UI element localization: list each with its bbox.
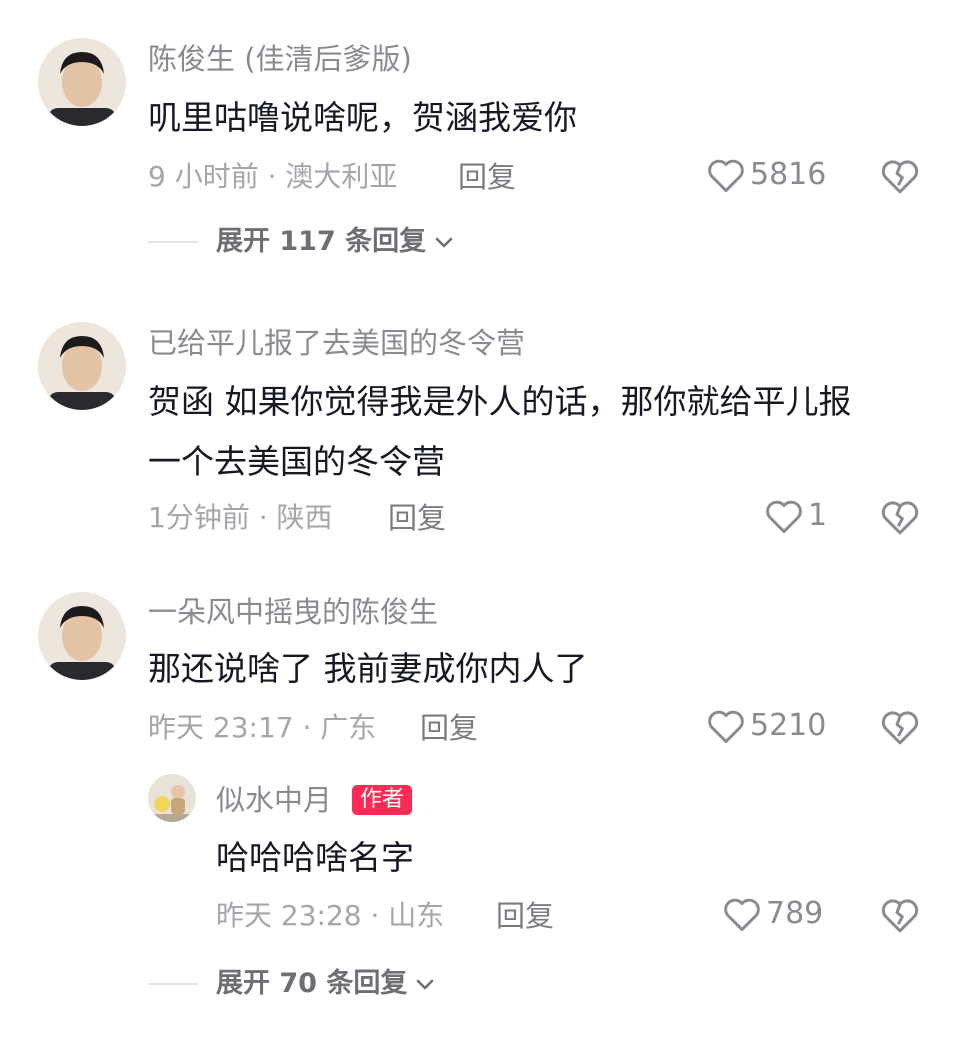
like-count: 1 bbox=[808, 498, 828, 533]
author-badge: 作者 bbox=[352, 785, 413, 815]
comment-meta: 昨天 23:17 · 广东 bbox=[148, 711, 377, 744]
like-button[interactable]: 789 bbox=[722, 896, 823, 932]
avatar-image bbox=[38, 322, 126, 410]
like-count: 5816 bbox=[750, 157, 827, 192]
reply-button[interactable]: 回复 bbox=[496, 898, 554, 934]
reply-avatar[interactable] bbox=[148, 774, 196, 822]
reply-text: 哈哈哈啥名字 bbox=[216, 838, 414, 877]
broken-heart-icon bbox=[881, 501, 919, 535]
reply-username[interactable]: 似水中月 bbox=[216, 782, 332, 818]
like-count: 5210 bbox=[750, 708, 827, 743]
expand-divider bbox=[148, 241, 198, 243]
avatar-image bbox=[38, 38, 126, 126]
comment-username[interactable]: 一朵风中摇曳的陈俊生 bbox=[148, 594, 438, 630]
avatar[interactable] bbox=[38, 322, 126, 410]
heart-outline-icon bbox=[708, 710, 744, 744]
chevron-down-icon bbox=[417, 979, 434, 990]
avatar-image bbox=[38, 592, 126, 680]
avatar[interactable] bbox=[38, 592, 126, 680]
reply-button[interactable]: 回复 bbox=[458, 159, 516, 195]
avatar-image bbox=[148, 774, 196, 822]
expand-replies-button[interactable]: 展开 70 条回复 bbox=[148, 966, 435, 1002]
reply-meta: 昨天 23:28 · 山东 bbox=[216, 899, 445, 932]
expand-label: 展开 70 条回复 bbox=[216, 968, 408, 999]
reply-button[interactable]: 回复 bbox=[420, 710, 478, 746]
dislike-button[interactable] bbox=[880, 498, 920, 540]
broken-heart-icon bbox=[881, 711, 919, 745]
comment-meta: 1分钟前 · 陕西 bbox=[148, 501, 333, 534]
expand-label: 展开 117 条回复 bbox=[216, 226, 427, 257]
comment-text: 贺函 如果你觉得我是外人的话，那你就给平儿报 bbox=[148, 382, 852, 421]
expand-replies-button[interactable]: 展开 117 条回复 bbox=[148, 224, 454, 260]
comment-text: 那还说啥了 我前妻成你内人了 bbox=[148, 649, 588, 688]
dislike-button[interactable] bbox=[880, 708, 920, 750]
reply-button[interactable]: 回复 bbox=[388, 500, 446, 536]
like-button[interactable]: 5210 bbox=[706, 708, 826, 744]
heart-outline-icon bbox=[708, 159, 744, 193]
broken-heart-icon bbox=[881, 160, 919, 194]
like-count: 789 bbox=[766, 896, 824, 931]
dislike-button[interactable] bbox=[880, 896, 920, 938]
heart-outline-icon bbox=[766, 500, 802, 534]
chevron-down-icon bbox=[435, 237, 453, 248]
like-button[interactable]: 5816 bbox=[706, 157, 826, 193]
heart-outline-icon bbox=[724, 898, 760, 932]
comment-text: 一个去美国的冬令营 bbox=[148, 442, 445, 481]
comment-username[interactable]: 已给平儿报了去美国的冬令营 bbox=[148, 325, 525, 361]
comment-meta: 9 小时前 · 澳大利亚 bbox=[148, 160, 398, 193]
expand-divider bbox=[148, 983, 198, 985]
comment-text: 叽里咕噜说啥呢，贺涵我爱你 bbox=[148, 98, 577, 137]
like-button[interactable]: 1 bbox=[764, 498, 827, 534]
dislike-button[interactable] bbox=[880, 157, 920, 199]
avatar[interactable] bbox=[38, 38, 126, 126]
comment-username[interactable]: 陈俊生 (佳清后爹版) bbox=[148, 41, 412, 77]
broken-heart-icon bbox=[881, 899, 919, 933]
